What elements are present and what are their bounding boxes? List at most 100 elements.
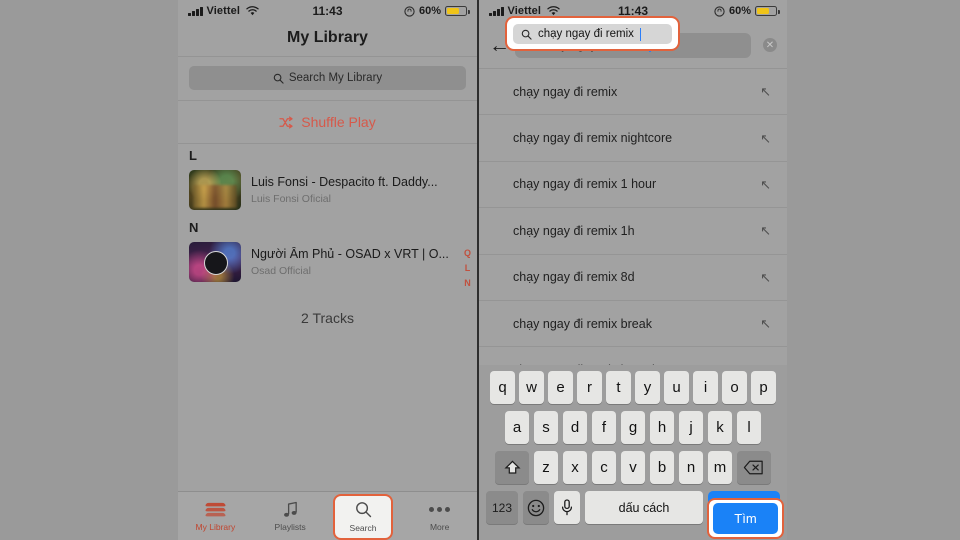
- key-i[interactable]: i: [693, 371, 718, 404]
- suggestion-text: chạy ngay đi remix break: [513, 316, 652, 331]
- key-k[interactable]: k: [707, 411, 733, 444]
- key-h[interactable]: h: [649, 411, 675, 444]
- shift-icon: [504, 460, 521, 474]
- key-o[interactable]: o: [722, 371, 747, 404]
- key-q[interactable]: q: [490, 371, 515, 404]
- layers-icon: [204, 500, 226, 519]
- keyboard-row-1: q w e r t y u i o p: [479, 371, 787, 404]
- key-x[interactable]: x: [562, 451, 588, 484]
- key-p[interactable]: p: [751, 371, 776, 404]
- tab-my-library[interactable]: My Library: [178, 492, 253, 540]
- key-e[interactable]: e: [548, 371, 573, 404]
- shuffle-play-button[interactable]: Shuffle Play: [178, 101, 477, 143]
- track-row[interactable]: Người Âm Phủ - OSAD x VRT | O... Osad Of…: [178, 238, 477, 288]
- suggestion-text: chạy ngay đi remix nightcore: [513, 131, 673, 146]
- suggestion-item[interactable]: chạy ngay đi remix nightcore ↖: [479, 115, 787, 162]
- shuffle-play-label: Shuffle Play: [301, 114, 376, 130]
- battery-icon: [755, 5, 780, 17]
- key-z[interactable]: z: [533, 451, 559, 484]
- tab-playlists[interactable]: Playlists: [253, 492, 328, 540]
- page-title: My Library: [178, 22, 477, 57]
- emoji-key[interactable]: [523, 491, 549, 524]
- suggestion-item[interactable]: chạy ngay đi remix break ↖: [479, 301, 787, 348]
- section-header-l: L: [189, 148, 197, 163]
- track-artist: Osad Official: [251, 264, 311, 277]
- search-input-highlighted[interactable]: chạy ngay đi remix: [513, 24, 672, 44]
- search-go-key-highlighted[interactable]: Tìm: [713, 503, 778, 534]
- left-phone-screenshot: Viettel 11:43 60% My Library Search My L…: [178, 0, 477, 540]
- arrow-up-left-icon[interactable]: ↖: [760, 224, 771, 237]
- dictation-key[interactable]: [554, 491, 580, 524]
- tab-label: Search: [349, 523, 377, 533]
- right-phone-screenshot: Viettel 11:43 60% ← chạy ngay đi remix ✕…: [479, 0, 787, 540]
- index-letter[interactable]: Q: [464, 248, 471, 258]
- suggestion-item[interactable]: chạy ngay đi remix 8d ↖: [479, 255, 787, 301]
- arrow-up-left-icon[interactable]: ↖: [760, 132, 771, 145]
- arrow-up-left-icon[interactable]: ↖: [760, 178, 771, 191]
- key-a[interactable]: a: [504, 411, 530, 444]
- suggestion-item[interactable]: chạy ngay đi remix ↖: [479, 69, 787, 116]
- arrow-up-left-icon[interactable]: ↖: [760, 85, 771, 98]
- track-title: Người Âm Phủ - OSAD x VRT | O...: [251, 247, 449, 262]
- index-letter[interactable]: N: [464, 278, 471, 288]
- key-r[interactable]: r: [577, 371, 602, 404]
- index-letter[interactable]: L: [465, 263, 471, 273]
- space-key[interactable]: dấu cách: [585, 491, 703, 524]
- key-c[interactable]: c: [591, 451, 617, 484]
- track-meta: Người Âm Phủ - OSAD x VRT | O... Osad Of…: [251, 247, 466, 277]
- clear-circle-icon[interactable]: ✕: [763, 38, 777, 52]
- key-s[interactable]: s: [533, 411, 559, 444]
- shuffle-icon: [279, 115, 293, 129]
- suggestion-text: chạy ngay đi remix 1 hour: [513, 177, 657, 192]
- search-icon: [273, 73, 284, 84]
- keyboard-row-2: a s d f g h j k l: [479, 411, 787, 444]
- tab-search-highlighted[interactable]: Search: [333, 494, 393, 540]
- screenshot-stage: Viettel 11:43 60% My Library Search My L…: [0, 0, 960, 540]
- arrow-up-left-icon[interactable]: ↖: [760, 271, 771, 284]
- suggestion-item[interactable]: chạy ngay đi remix 1h ↖: [479, 208, 787, 255]
- track-artist: Luis Fonsi Oficial: [251, 192, 331, 205]
- text-cursor: [639, 27, 642, 41]
- backspace-key[interactable]: [736, 451, 771, 484]
- key-j[interactable]: j: [678, 411, 704, 444]
- alphabet-index-rail[interactable]: Q L N: [464, 248, 471, 288]
- arrow-up-left-icon[interactable]: ↖: [760, 317, 771, 330]
- backspace-icon: [744, 460, 763, 475]
- album-art: [189, 170, 241, 210]
- microphone-icon: [561, 499, 573, 516]
- shift-key[interactable]: [495, 451, 530, 484]
- tab-label: Playlists: [274, 522, 306, 532]
- track-count-label: 2 Tracks: [301, 310, 354, 326]
- back-arrow-icon[interactable]: ←: [489, 35, 510, 56]
- track-row[interactable]: Luis Fonsi - Despacito ft. Daddy... Luis…: [178, 166, 477, 216]
- key-m[interactable]: m: [707, 451, 733, 484]
- key-g[interactable]: g: [620, 411, 646, 444]
- key-d[interactable]: d: [562, 411, 588, 444]
- album-art: [189, 242, 241, 282]
- search-my-library-input[interactable]: Search My Library: [189, 66, 466, 90]
- key-w[interactable]: w: [519, 371, 544, 404]
- key-y[interactable]: y: [635, 371, 660, 404]
- status-bar-left: Viettel 11:43 60%: [178, 0, 477, 22]
- emoji-icon: [527, 499, 545, 516]
- bottom-tab-bar: My Library Playlists Search More: [178, 491, 477, 540]
- key-l[interactable]: l: [736, 411, 762, 444]
- key-n[interactable]: n: [678, 451, 704, 484]
- key-b[interactable]: b: [649, 451, 675, 484]
- track-title: Luis Fonsi - Despacito ft. Daddy...: [251, 175, 438, 190]
- tab-more[interactable]: More: [402, 492, 477, 540]
- key-f[interactable]: f: [591, 411, 617, 444]
- section-header-n: N: [189, 220, 199, 235]
- key-t[interactable]: t: [606, 371, 631, 404]
- key-u[interactable]: u: [664, 371, 689, 404]
- track-meta: Luis Fonsi - Despacito ft. Daddy... Luis…: [251, 175, 466, 205]
- suggestion-text: chạy ngay đi remix 8d: [513, 270, 635, 285]
- tab-label: My Library: [195, 522, 236, 532]
- suggestion-item[interactable]: chạy ngay đi remix 1 hour ↖: [479, 162, 787, 209]
- ellipsis-icon: [429, 500, 451, 519]
- suggestion-text: chạy ngay đi remix 1h: [513, 223, 635, 238]
- clock-label: 11:43: [312, 4, 343, 18]
- key-v[interactable]: v: [620, 451, 646, 484]
- numbers-key[interactable]: 123: [486, 491, 518, 524]
- search-input-value: chạy ngay đi remix: [538, 28, 634, 40]
